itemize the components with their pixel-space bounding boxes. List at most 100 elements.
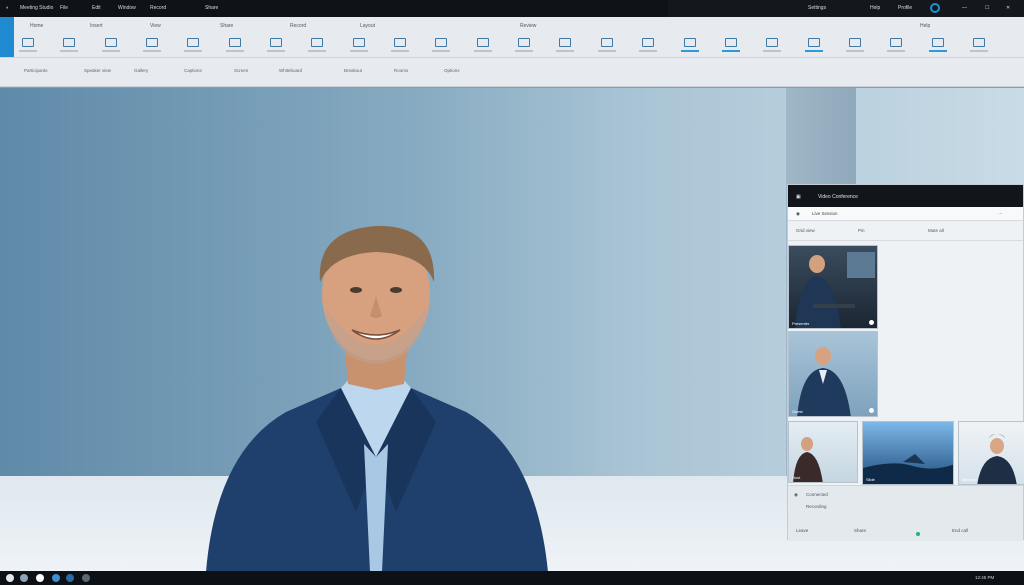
ribbon-subrow: Participants Speaker view Gallery Captio… [14,65,1016,77]
pin-button[interactable]: Pin [858,228,865,233]
app-logo-icon: ◐ [6,5,10,11]
invite-glyph [766,38,778,47]
text-icon[interactable] [473,35,493,57]
subrow-speaker-view[interactable]: Speaker view [84,68,111,73]
chat-icon[interactable] [142,35,162,57]
color-icon[interactable] [555,35,575,57]
layout-icon[interactable] [266,35,286,57]
chat-glyph [146,38,158,47]
subrow-screen[interactable]: Screen [234,68,248,73]
connection-status: Connected [806,492,828,497]
mail-icon[interactable] [66,574,74,582]
present-glyph [353,38,365,47]
effects-icon[interactable] [638,35,658,57]
subrow-participants[interactable]: Participants [24,68,48,73]
tab-record[interactable]: Record [290,23,306,29]
leave-button[interactable]: Leave [796,528,808,533]
notes-glyph [187,38,199,47]
participant-tile-host[interactable]: Host [788,421,858,483]
tool-underline [102,50,120,52]
poll-icon[interactable] [804,35,824,57]
tool-underline [432,50,450,52]
tab-layout[interactable]: Layout [360,23,375,29]
status-ring-icon[interactable] [930,3,940,13]
subrow-captions[interactable]: Captions [184,68,202,73]
shapes-glyph [518,38,530,47]
focus-icon[interactable] [431,35,451,57]
minimize-icon[interactable]: — [962,5,967,11]
camera-icon[interactable] [18,35,38,57]
panel-logo-icon: ▣ [796,194,801,200]
help-link[interactable]: Help [870,5,880,11]
shapes-icon[interactable] [514,35,534,57]
settings-icon[interactable] [82,574,90,582]
browser-icon[interactable] [36,574,44,582]
share-icon[interactable] [101,35,121,57]
color-glyph [559,38,571,47]
shared-screen-tile[interactable]: Slide [862,421,954,485]
tool-underline [846,50,864,52]
record-icon[interactable] [225,35,245,57]
close-icon[interactable]: ✕ [1006,5,1010,11]
more-icon[interactable] [969,35,989,57]
menu-share[interactable]: Share [205,5,218,11]
settings-icon[interactable] [721,35,741,57]
menu-window[interactable]: Window [118,5,136,11]
menu-record[interactable]: Record [150,5,166,11]
tile-name-slide: Slide [866,477,875,482]
export-glyph [890,38,902,47]
export-icon[interactable] [886,35,906,57]
present-icon[interactable] [349,35,369,57]
search-icon[interactable] [20,574,28,582]
invite-icon[interactable] [762,35,782,57]
tab-view[interactable]: View [150,23,161,29]
start-icon[interactable] [6,574,14,582]
subrow-options[interactable]: Options [444,68,460,73]
files-icon[interactable] [52,574,60,582]
profile-link[interactable]: Profile [898,5,912,11]
tab-insert[interactable]: Insert [90,23,103,29]
save-glyph [932,38,944,47]
sound-icon[interactable] [680,35,700,57]
tab-review[interactable]: Review [520,23,536,29]
tool-underline [226,50,244,52]
titlebar-right-area [668,0,1024,17]
people-icon[interactable] [307,35,327,57]
subrow-rooms[interactable]: Rooms [394,68,408,73]
people-glyph [311,38,323,47]
tool-underline [350,50,368,52]
tab-help[interactable]: Help [920,23,930,29]
timer-icon[interactable] [845,35,865,57]
subrow-gallery[interactable]: Gallery [134,68,148,73]
grid-icon[interactable] [390,35,410,57]
grid-view-button[interactable]: Grid view [796,228,815,233]
save-icon[interactable] [928,35,948,57]
tool-underline [267,50,285,52]
mic-icon[interactable] [59,35,79,57]
settings-link[interactable]: Settings [808,5,826,11]
tab-home[interactable]: Home [30,23,43,29]
participant-tile-guest[interactable]: Guest [788,331,878,417]
status-icon: ◉ [794,492,798,497]
tab-share[interactable]: Share [220,23,233,29]
ribbon-accent-bar [0,17,14,57]
menu-file[interactable]: File [60,5,68,11]
ribbon-divider [0,57,1024,58]
system-clock: 12:45 PM [975,575,995,580]
app-title: Meeting Studio [20,5,54,11]
layout-glyph [270,38,282,47]
subrow-breakout[interactable]: Breakout [344,68,362,73]
menu-edit[interactable]: Edit [92,5,101,11]
end-call-button[interactable]: End call [952,528,968,533]
participant-tile-member[interactable]: Member [958,421,1024,485]
mute-all-button[interactable]: Mute all [928,228,944,233]
live-indicator-icon [916,532,920,536]
participant-tile-presenter[interactable]: Presenter [788,245,878,329]
maximize-icon[interactable]: ☐ [985,5,989,11]
subrow-whiteboard[interactable]: Whiteboard [279,68,302,73]
tool-underline [887,50,905,52]
notes-icon[interactable] [183,35,203,57]
share-button[interactable]: Share [854,528,866,533]
panel-menu-icon[interactable]: ⋯ [998,211,1003,217]
filter-icon[interactable] [597,35,617,57]
